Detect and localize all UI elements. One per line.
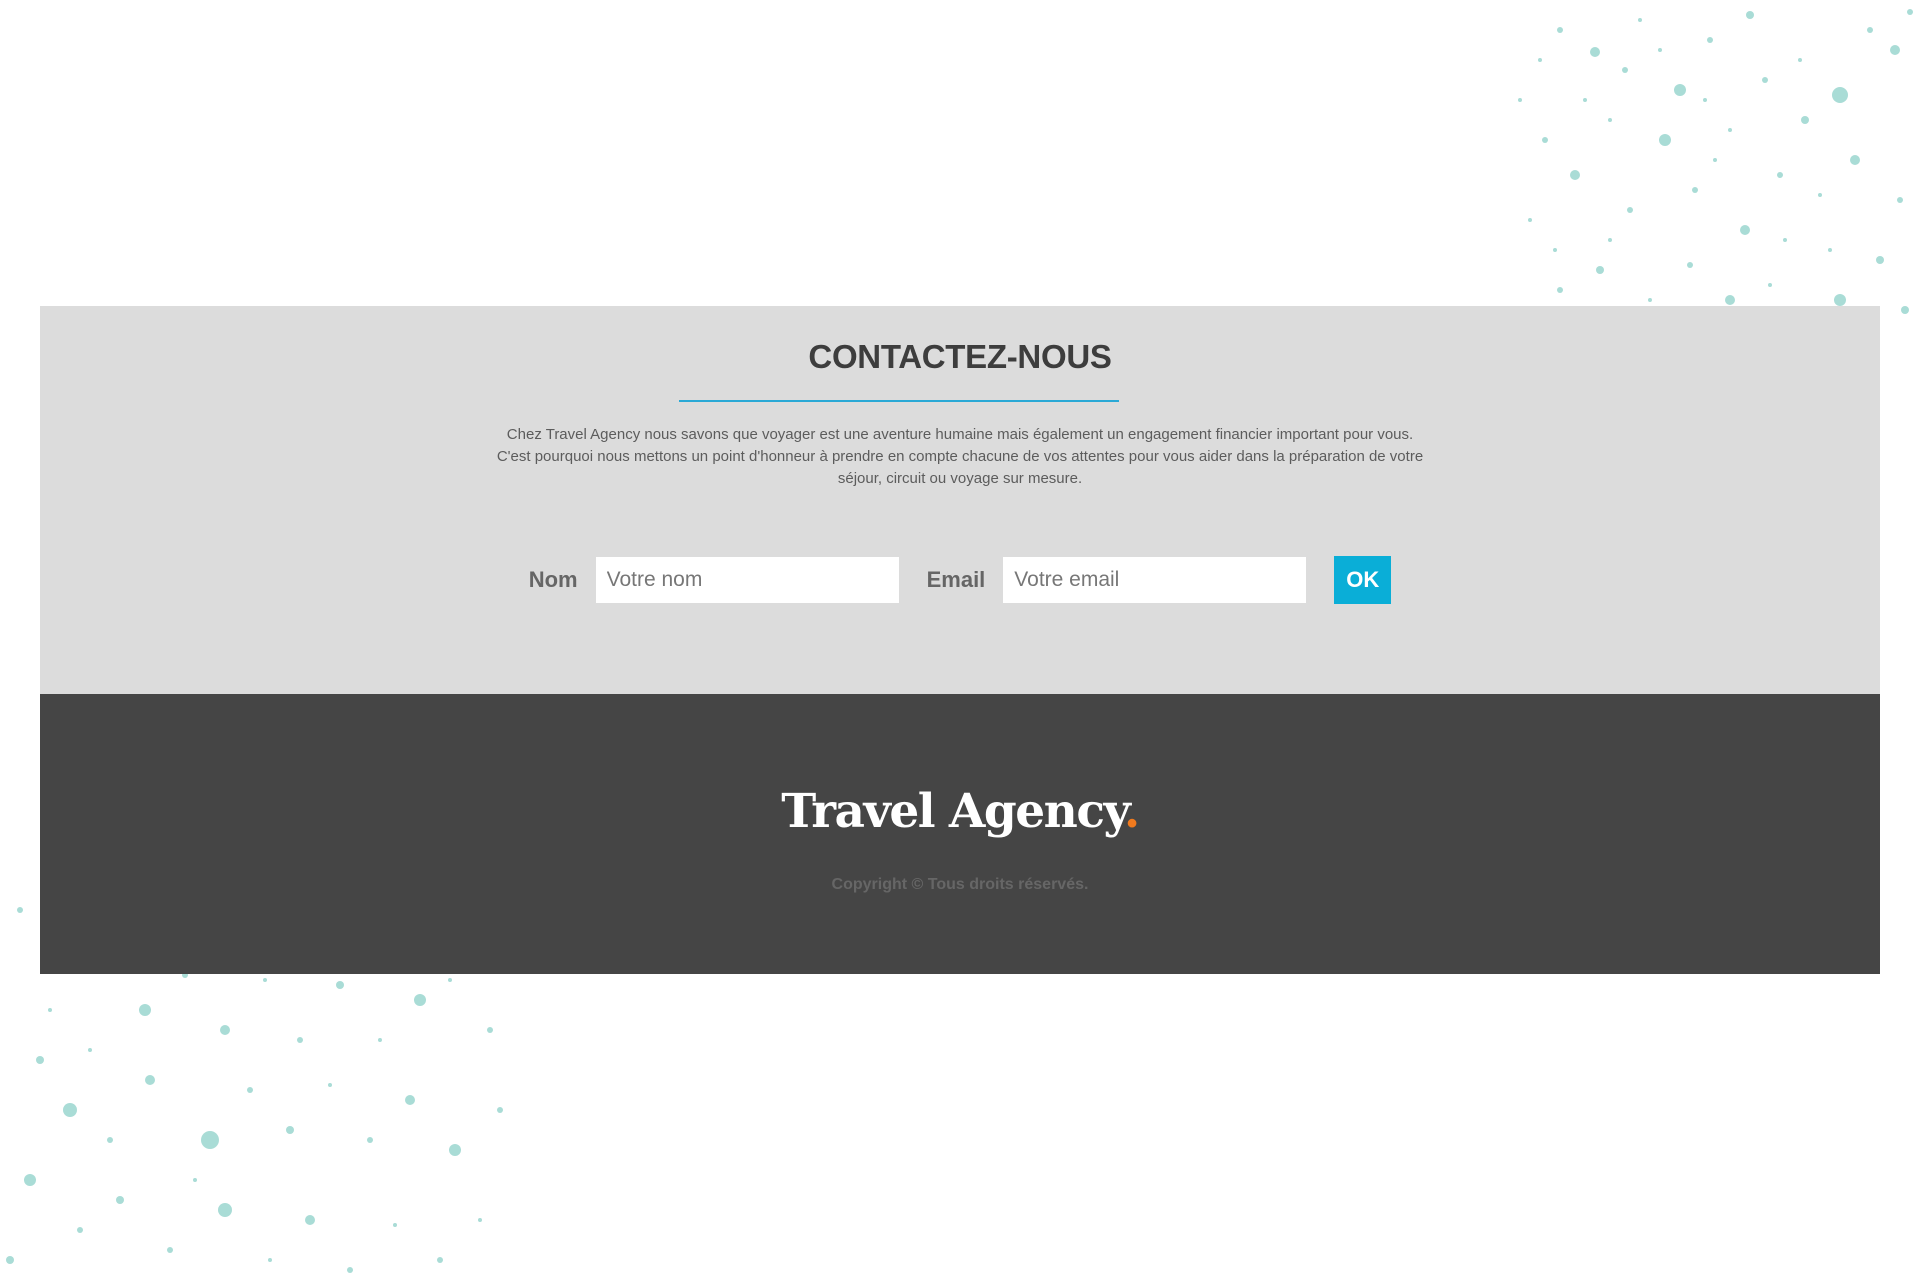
description-line: séjour, circuit ou voyage sur mesure. [837, 470, 1083, 487]
title-underline [679, 400, 1119, 402]
name-input[interactable] [595, 557, 899, 603]
ok-submit-button[interactable]: OK [1334, 556, 1392, 604]
contact-section: CONTACTEZ-NOUS Chez Travel Agency nous s… [40, 306, 1880, 694]
email-label: Email [926, 567, 986, 592]
contact-form: Nom Email OK [40, 556, 1880, 604]
logo-dot: . [1123, 784, 1140, 839]
contact-title: CONTACTEZ-NOUS [808, 338, 1112, 375]
footer-logo: Travel Agency. [40, 784, 1880, 839]
copyright-text: Copyright © Tous droits réservés. [831, 876, 1089, 893]
email-input[interactable] [1003, 557, 1307, 603]
logo-text: Travel Agency [781, 784, 1125, 839]
contact-description: Chez Travel Agency nous savons que voyag… [380, 424, 1540, 490]
description-line: Chez Travel Agency nous savons que voyag… [506, 426, 1414, 443]
name-label: Nom [528, 567, 578, 592]
paint-splatter-decoration-top-right [1518, 9, 1913, 328]
footer: Travel Agency. Copyright © Tous droits r… [40, 694, 1880, 974]
description-line: C'est pourquoi nous mettons un point d'h… [496, 448, 1424, 465]
